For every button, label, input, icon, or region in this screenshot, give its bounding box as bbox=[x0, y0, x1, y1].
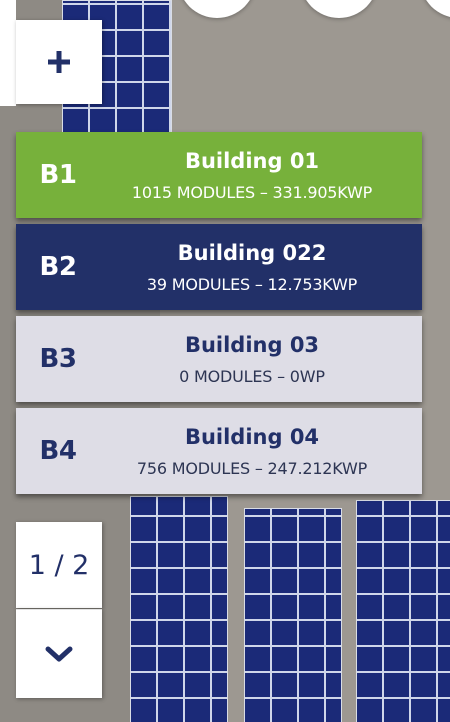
next-page-button[interactable] bbox=[16, 609, 102, 698]
building-code: B3 bbox=[39, 344, 77, 374]
building-code: B4 bbox=[39, 436, 77, 466]
building-name: Building 01 bbox=[184, 148, 320, 173]
plus-icon bbox=[48, 51, 70, 73]
map-solar-array bbox=[244, 508, 342, 722]
zoom-in-button[interactable] bbox=[16, 20, 102, 104]
building-item-b1[interactable]: B1 Building 01 1015 MODULES – 331.905KWP bbox=[16, 132, 422, 218]
building-stats: 0 MODULES – 0WP bbox=[179, 366, 325, 386]
map-solar-array bbox=[130, 496, 228, 722]
building-code: B1 bbox=[39, 160, 77, 190]
building-item-b4[interactable]: B4 Building 04 756 MODULES – 247.212KWP bbox=[16, 408, 422, 494]
building-name: Building 03 bbox=[184, 332, 320, 357]
zoom-panel-edge bbox=[0, 0, 16, 106]
building-item-b2[interactable]: B2 Building 022 39 MODULES – 12.753KWP bbox=[16, 224, 422, 310]
building-stats: 756 MODULES – 247.212KWP bbox=[136, 458, 368, 478]
building-item-b3[interactable]: B3 Building 03 0 MODULES – 0WP bbox=[16, 316, 422, 402]
building-stats: 1015 MODULES – 331.905KWP bbox=[131, 182, 373, 202]
building-name: Building 022 bbox=[177, 240, 327, 265]
map-solar-array bbox=[356, 500, 450, 722]
building-stats: 39 MODULES – 12.753KWP bbox=[146, 274, 358, 294]
chevron-down-icon bbox=[45, 646, 73, 662]
building-list: B1 Building 01 1015 MODULES – 331.905KWP… bbox=[16, 132, 422, 500]
building-code: B2 bbox=[39, 252, 77, 282]
building-name: Building 04 bbox=[184, 424, 320, 449]
page-indicator: 1 / 2 bbox=[16, 522, 102, 608]
